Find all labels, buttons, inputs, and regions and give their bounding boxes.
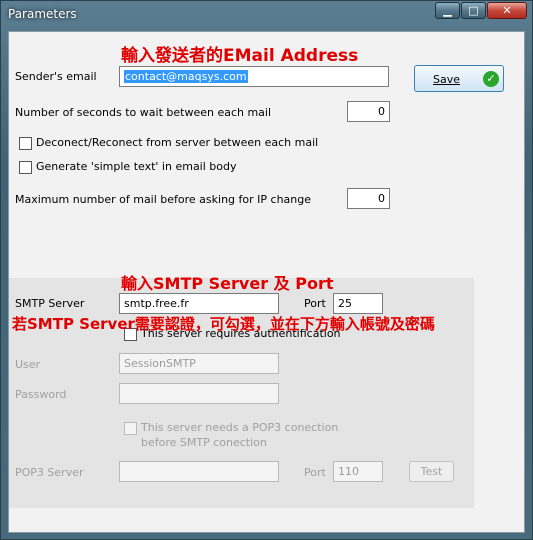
smtp-server-field[interactable]: smtp.free.fr: [119, 293, 279, 314]
close-button[interactable]: ✕: [487, 2, 527, 19]
save-button[interactable]: Save ✓: [414, 65, 504, 92]
user-label: User: [15, 358, 41, 371]
password-label: Password: [15, 388, 67, 401]
pop3-label-line1: This server needs a POP3 conection: [141, 421, 339, 434]
pop3-label-line2: before SMTP conection: [141, 436, 267, 449]
window-title: Parameters: [8, 7, 77, 21]
annotation-sender: 輸入發送者的EMail Address: [121, 46, 359, 66]
simple-text-label: Generate 'simple text' in email body: [36, 160, 237, 173]
save-label: Save: [433, 73, 461, 86]
password-field[interactable]: [119, 383, 279, 404]
parameters-panel: 輸入發送者的EMail Address Sender's email conta…: [8, 31, 525, 533]
test-button[interactable]: Test: [409, 461, 454, 482]
senders-email-field[interactable]: contact@maqsys.com: [119, 66, 389, 87]
pop3-server-field[interactable]: [119, 461, 279, 482]
smtp-port-label: Port: [304, 297, 326, 310]
pop3-server-label: POP3 Server: [15, 466, 84, 479]
senders-email-label: Sender's email: [15, 70, 97, 83]
title-bar[interactable]: Parameters ▁ □ ✕: [1, 1, 532, 29]
check-icon: ✓: [483, 71, 499, 87]
pop3-port-field[interactable]: 110: [333, 461, 383, 482]
minimize-button[interactable]: ▁: [435, 2, 460, 19]
maximize-button[interactable]: □: [461, 2, 486, 19]
annotation-auth: 若SMTP Server需要認證，可勾選，並在下方輸入帳號及密碼: [12, 315, 435, 333]
max-mail-label: Maximum number of mail before asking for…: [15, 193, 312, 206]
senders-email-value: contact@maqsys.com: [124, 70, 248, 83]
smtp-server-label: SMTP Server: [15, 297, 85, 310]
annotation-smtp: 輸入SMTP Server 及 Port: [121, 274, 334, 293]
max-mail-field[interactable]: 0: [347, 188, 390, 209]
pop3-checkbox[interactable]: [124, 422, 137, 435]
simple-text-checkbox[interactable]: [19, 161, 32, 174]
wait-seconds-label: Number of seconds to wait between each m…: [15, 106, 272, 119]
smtp-port-field[interactable]: 25: [333, 293, 383, 314]
pop3-port-label: Port: [304, 466, 326, 479]
reconnect-checkbox[interactable]: [19, 137, 32, 150]
wait-seconds-field[interactable]: 0: [347, 101, 390, 122]
parameters-window: Parameters ▁ □ ✕ 輸入發送者的EMail Address Sen…: [0, 0, 533, 540]
reconnect-label: Deconect/Reconect from server between ea…: [36, 136, 319, 149]
user-field[interactable]: SessionSMTP: [119, 353, 279, 374]
